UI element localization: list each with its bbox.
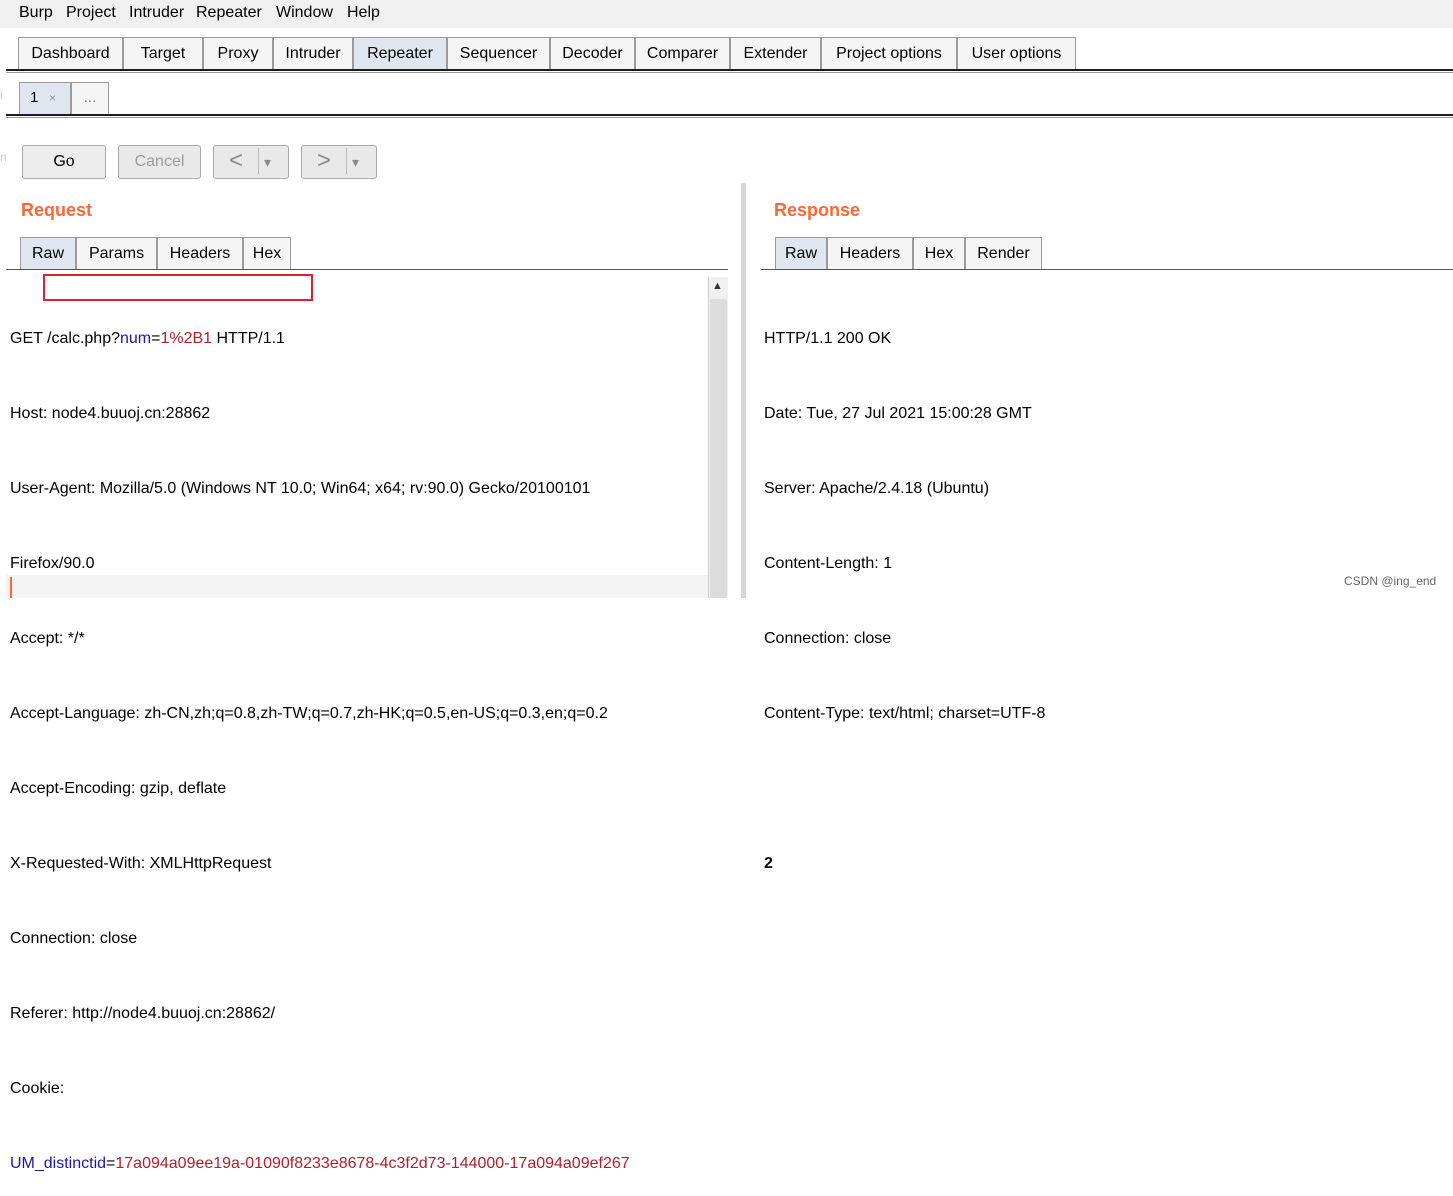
highlight-box bbox=[43, 274, 313, 301]
response-header-line: Server: Apache/2.4.18 (Ubuntu) bbox=[764, 480, 990, 497]
menu-help[interactable]: Help bbox=[347, 4, 380, 22]
repeater-tab-1-label: 1 bbox=[30, 89, 39, 106]
request-tab-underline bbox=[6, 269, 728, 270]
cancel-button[interactable]: Cancel bbox=[118, 145, 201, 179]
repeater-tab-1[interactable]: 1 × bbox=[19, 82, 71, 114]
response-tab-hex[interactable]: Hex bbox=[913, 237, 965, 269]
request-header-line: Firefox/90.0 bbox=[10, 555, 95, 572]
divider bbox=[6, 117, 1453, 118]
menu-window[interactable]: Window bbox=[276, 4, 333, 22]
forward-button[interactable]: > ▾ bbox=[301, 145, 377, 179]
response-editor[interactable]: HTTP/1.1 200 OK Date: Tue, 27 Jul 2021 1… bbox=[764, 276, 1045, 901]
tab-decoder[interactable]: Decoder bbox=[550, 37, 635, 69]
request-header-line: Referer: http://node4.buuoj.cn:28862/ bbox=[10, 1005, 276, 1022]
request-header-line: User-Agent: Mozilla/5.0 (Windows NT 10.0… bbox=[10, 480, 591, 497]
scroll-up-arrow-icon[interactable]: ▲ bbox=[712, 280, 723, 292]
request-cookie-line: UM_distinctid=17a094a09ee19a-01090f8233e… bbox=[10, 1155, 630, 1172]
tab-comparer[interactable]: Comparer bbox=[635, 37, 730, 69]
split-pane-divider[interactable] bbox=[741, 183, 746, 598]
repeater-new-tab[interactable]: ... bbox=[71, 82, 109, 114]
main-tab-underline bbox=[6, 69, 1453, 71]
request-header-line: Accept-Encoding: gzip, deflate bbox=[10, 780, 227, 797]
request-title: Request bbox=[21, 200, 93, 220]
request-header-line: Cookie: bbox=[10, 1080, 65, 1097]
response-blank-line bbox=[764, 776, 1045, 801]
tab-extender[interactable]: Extender bbox=[730, 37, 821, 69]
tab-repeater[interactable]: Repeater bbox=[353, 37, 447, 69]
request-editor[interactable]: GET /calc.php?num=1%2B1 HTTP/1.1 Host: n… bbox=[10, 276, 630, 1196]
back-button[interactable]: < ▾ bbox=[213, 145, 289, 179]
separator bbox=[258, 148, 259, 174]
request-header-line: Host: node4.buuoj.cn:28862 bbox=[10, 405, 211, 422]
menu-intruder[interactable]: Intruder bbox=[129, 4, 184, 22]
dropdown-arrow-icon[interactable]: ▾ bbox=[264, 146, 271, 178]
chevron-right-icon: > bbox=[317, 147, 332, 174]
divider bbox=[6, 72, 1453, 73]
separator bbox=[346, 148, 347, 174]
close-icon[interactable]: × bbox=[49, 83, 56, 113]
request-header-line: X-Requested-With: XMLHttpRequest bbox=[10, 855, 272, 872]
tab-dashboard[interactable]: Dashboard bbox=[18, 37, 123, 69]
request-tab-params[interactable]: Params bbox=[76, 237, 157, 269]
request-header-line: Accept: */* bbox=[10, 630, 85, 647]
request-header-line: Accept-Language: zh-CN,zh;q=0.8,zh-TW;q=… bbox=[10, 705, 608, 722]
response-header-line: Content-Length: 1 bbox=[764, 555, 893, 572]
response-body: 2 bbox=[764, 855, 773, 872]
response-tab-render[interactable]: Render bbox=[965, 237, 1042, 269]
cursor-line bbox=[6, 575, 708, 598]
tab-sequencer[interactable]: Sequencer bbox=[447, 37, 550, 69]
response-tab-underline bbox=[761, 269, 1453, 270]
chevron-left-icon: < bbox=[229, 147, 244, 174]
request-tab-raw[interactable]: Raw bbox=[20, 237, 76, 269]
request-header-line: Connection: close bbox=[10, 930, 138, 947]
response-title: Response bbox=[774, 200, 861, 220]
response-tab-raw[interactable]: Raw bbox=[775, 237, 827, 269]
tab-proxy[interactable]: Proxy bbox=[203, 37, 273, 69]
response-status-line: HTTP/1.1 200 OK bbox=[764, 330, 892, 347]
response-header-line: Content-Type: text/html; charset=UTF-8 bbox=[764, 705, 1046, 722]
response-tab-headers[interactable]: Headers bbox=[827, 237, 913, 269]
tab-project-options[interactable]: Project options bbox=[821, 37, 957, 69]
dropdown-arrow-icon[interactable]: ▾ bbox=[352, 146, 359, 178]
tab-intruder[interactable]: Intruder bbox=[273, 37, 353, 69]
response-header-line: Date: Tue, 27 Jul 2021 15:00:28 GMT bbox=[764, 405, 1032, 422]
background-glyph: n bbox=[0, 150, 7, 164]
request-tab-headers[interactable]: Headers bbox=[157, 237, 243, 269]
menu-repeater[interactable]: Repeater bbox=[196, 4, 262, 22]
menu-bar: Burp Project Intruder Repeater Window He… bbox=[0, 0, 1453, 28]
watermark: CSDN @ing_end bbox=[1344, 574, 1437, 588]
tab-target[interactable]: Target bbox=[123, 37, 203, 69]
request-line: GET /calc.php?num=1%2B1 HTTP/1.1 bbox=[10, 330, 285, 347]
go-button[interactable]: Go bbox=[22, 145, 106, 179]
request-tab-hex[interactable]: Hex bbox=[243, 237, 291, 269]
text-cursor bbox=[10, 577, 12, 598]
scroll-thumb[interactable] bbox=[710, 299, 727, 598]
menu-burp[interactable]: Burp bbox=[19, 4, 53, 22]
tab-user-options[interactable]: User options bbox=[957, 37, 1076, 69]
request-scrollbar[interactable]: ▲ bbox=[708, 277, 728, 598]
background-glyph: i bbox=[0, 88, 3, 102]
repeater-tab-underline bbox=[6, 114, 1453, 116]
response-header-line: Connection: close bbox=[764, 630, 892, 647]
menu-project[interactable]: Project bbox=[66, 4, 116, 22]
